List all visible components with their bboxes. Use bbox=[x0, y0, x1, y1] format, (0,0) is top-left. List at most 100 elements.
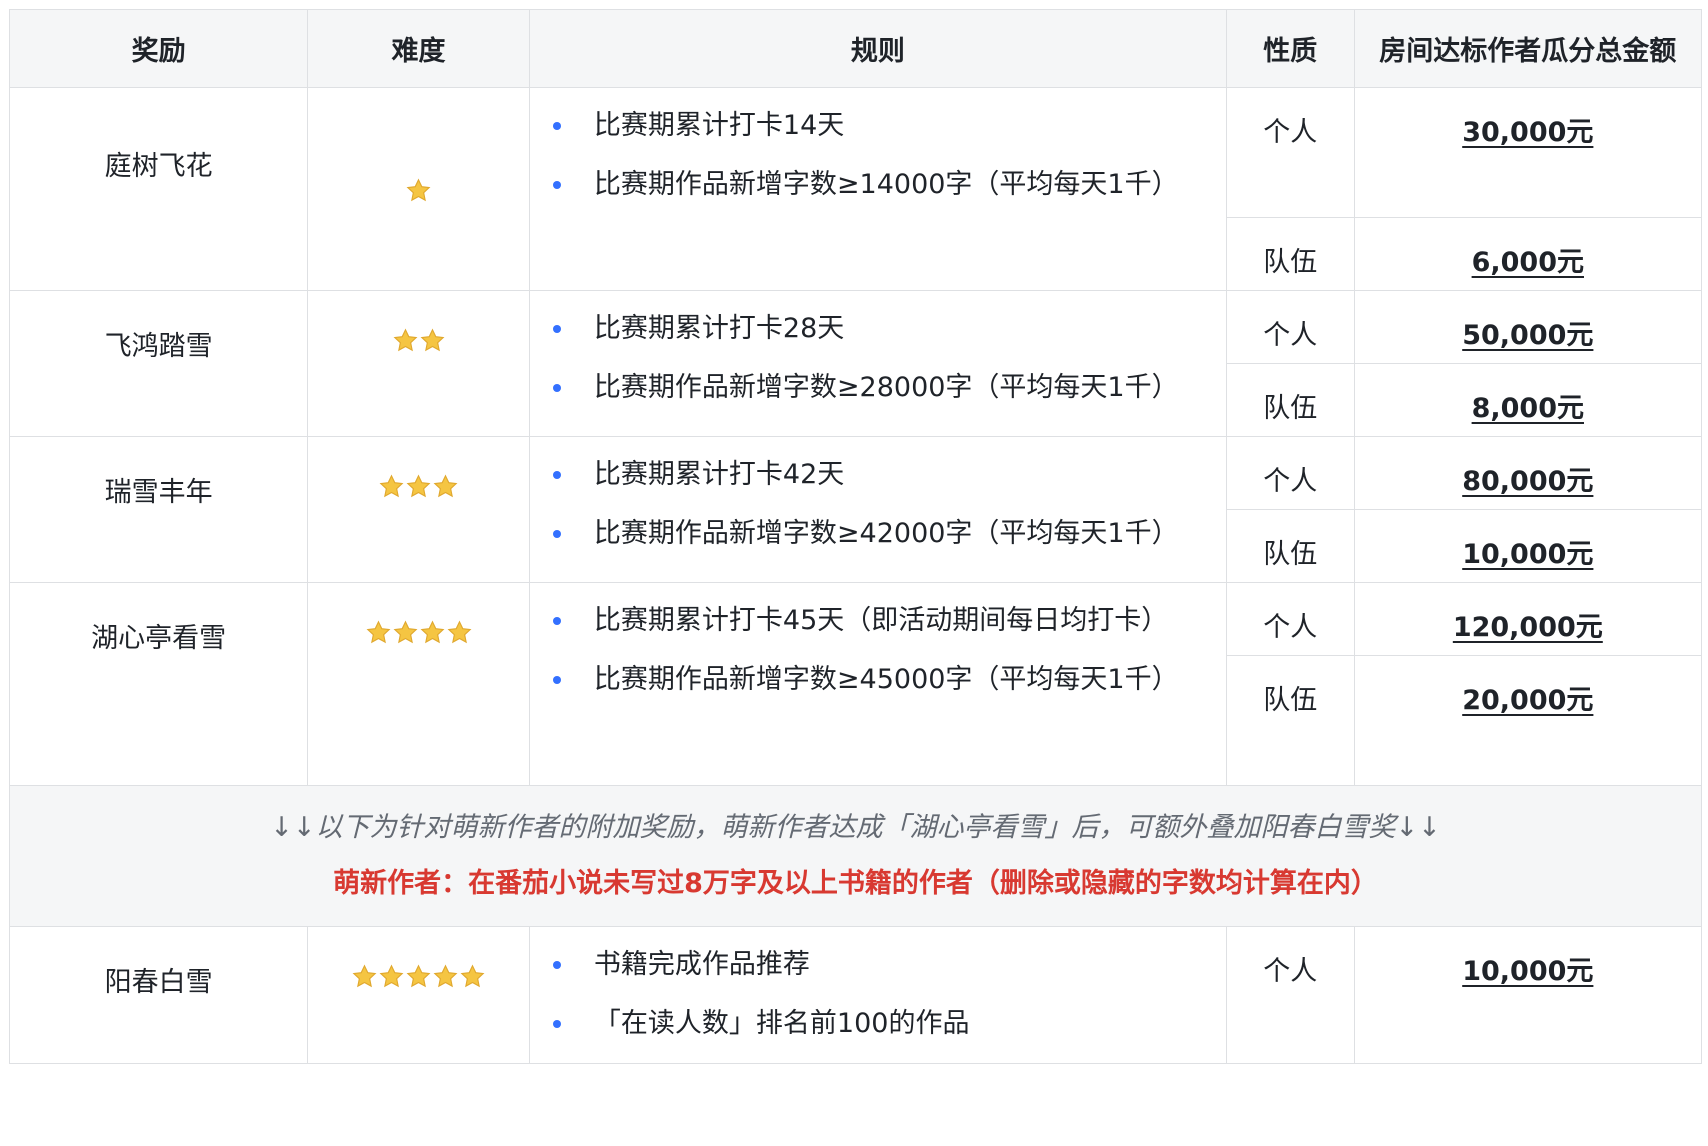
amount-cell: 20,000元 bbox=[1353, 655, 1703, 786]
bullet-dot bbox=[552, 530, 561, 538]
reward-name-cell: 庭树飞花 bbox=[8, 87, 309, 291]
header-rules: 规则 bbox=[528, 9, 1227, 88]
bonus-note: ↓↓以下为针对萌新作者的附加奖励，萌新作者达成「湖心亭看雪」后，可额外叠加阳春白… bbox=[270, 812, 1441, 843]
bullet-dot bbox=[552, 181, 561, 189]
star-icon bbox=[460, 964, 485, 988]
amount-cell: 80,000元 bbox=[1353, 436, 1703, 510]
rule-item: 比赛期作品新增字数≥45000字（平均每天1千） bbox=[530, 660, 1226, 719]
rule-text: 比赛期作品新增字数≥28000字（平均每天1千） bbox=[593, 372, 1179, 403]
rule-item: 书籍完成作品推荐 bbox=[530, 945, 1226, 1004]
amount-value: 20,000元 bbox=[1462, 685, 1594, 716]
type-cell: 个人 bbox=[1225, 582, 1355, 656]
bullet-dot bbox=[552, 122, 561, 130]
header-reward: 奖励 bbox=[8, 9, 309, 88]
bullet-dot bbox=[552, 617, 561, 625]
star-icon bbox=[447, 620, 471, 644]
table-row: 瑞雪丰年 比赛期累计打卡42天 比赛期作品新增字数≥42000字（平均每天1千）… bbox=[8, 436, 1703, 583]
difficulty-stars bbox=[378, 470, 459, 501]
rule-text: 比赛期作品新增字数≥14000字（平均每天1千） bbox=[593, 169, 1179, 200]
amount-value: 8,000元 bbox=[1471, 393, 1584, 424]
rules-list: 比赛期累计打卡42天 比赛期作品新增字数≥42000字（平均每天1千） bbox=[530, 437, 1226, 573]
rule-item: 「在读人数」排名前100的作品 bbox=[530, 1004, 1226, 1063]
rule-text: 比赛期作品新增字数≥42000字（平均每天1千） bbox=[593, 518, 1179, 549]
table-row: 飞鸿踏雪 比赛期累计打卡28天 比赛期作品新增字数≥28000字（平均每天1千）… bbox=[8, 290, 1703, 437]
star-icon bbox=[406, 178, 431, 201]
rule-item: 比赛期作品新增字数≥14000字（平均每天1千） bbox=[530, 165, 1226, 224]
rule-item: 比赛期作品新增字数≥42000字（平均每天1千） bbox=[530, 514, 1226, 573]
amount-cell: 6,000元 bbox=[1353, 217, 1703, 291]
amount-cell: 30,000元 bbox=[1353, 87, 1703, 218]
reward-name-cell: 瑞雪丰年 bbox=[8, 436, 309, 583]
rules-cell: 比赛期累计打卡42天 比赛期作品新增字数≥42000字（平均每天1千） bbox=[528, 436, 1227, 583]
rules-list: 比赛期累计打卡14天 比赛期作品新增字数≥14000字（平均每天1千） bbox=[530, 88, 1226, 224]
reward-name-cell: 飞鸿踏雪 bbox=[8, 290, 309, 437]
bullet-dot bbox=[552, 325, 561, 333]
rule-item: 比赛期累计打卡42天 bbox=[530, 455, 1226, 514]
type-cell: 队伍 bbox=[1225, 363, 1355, 437]
amount-cell: 10,000元 bbox=[1353, 926, 1703, 1064]
star-icon bbox=[366, 620, 390, 644]
note-row: ↓↓以下为针对萌新作者的附加奖励，萌新作者达成「湖心亭看雪」后，可额外叠加阳春白… bbox=[9, 785, 1702, 927]
reward-name: 阳春白雪 bbox=[104, 967, 213, 998]
difficulty-cell bbox=[307, 436, 530, 583]
difficulty-cell bbox=[307, 582, 530, 786]
type-cell: 个人 bbox=[1225, 290, 1355, 364]
reward-name: 瑞雪丰年 bbox=[104, 477, 213, 508]
star-icon bbox=[420, 328, 444, 352]
difficulty-cell bbox=[307, 87, 530, 291]
table-row: 湖心亭看雪 比赛期累计打卡45天（即活动期间每日均打卡） 比赛期作品新增字数≥4… bbox=[8, 582, 1703, 786]
type-cell: 队伍 bbox=[1225, 655, 1355, 786]
amount-cell: 50,000元 bbox=[1353, 290, 1703, 364]
table-header-row: 奖励 难度 规则 性质 房间达标作者瓜分总金额 bbox=[8, 9, 1703, 88]
rules-cell: 比赛期累计打卡28天 比赛期作品新增字数≥28000字（平均每天1千） bbox=[528, 290, 1227, 437]
star-icon bbox=[393, 620, 417, 644]
amount-value: 10,000元 bbox=[1462, 956, 1594, 987]
reward-name: 湖心亭看雪 bbox=[91, 623, 227, 654]
bullet-dot bbox=[552, 1020, 561, 1028]
rule-item: 比赛期累计打卡14天 bbox=[530, 106, 1226, 165]
reward-name-cell: 阳春白雪 bbox=[8, 926, 309, 1064]
header-difficulty: 难度 bbox=[307, 9, 530, 88]
star-icon bbox=[433, 474, 458, 498]
difficulty-stars bbox=[405, 174, 432, 205]
type-cell: 队伍 bbox=[1225, 217, 1355, 291]
star-icon bbox=[393, 328, 417, 352]
table-row: 阳春白雪 书籍完成作品推荐 「在读人数」排名前100的作品 个人 10,000元 bbox=[8, 926, 1703, 1064]
type-cell: 队伍 bbox=[1225, 509, 1355, 583]
star-icon bbox=[406, 964, 431, 988]
rule-item: 比赛期作品新增字数≥28000字（平均每天1千） bbox=[530, 368, 1226, 427]
amount-value: 80,000元 bbox=[1462, 466, 1594, 497]
header-type: 性质 bbox=[1225, 9, 1355, 88]
star-icon bbox=[433, 964, 458, 988]
difficulty-cell bbox=[307, 926, 530, 1064]
rule-item: 比赛期累计打卡45天（即活动期间每日均打卡） bbox=[530, 601, 1226, 660]
rule-text: 「在读人数」排名前100的作品 bbox=[593, 1008, 970, 1039]
note-cell: ↓↓以下为针对萌新作者的附加奖励，萌新作者达成「湖心亭看雪」后，可额外叠加阳春白… bbox=[9, 785, 1702, 927]
star-icon bbox=[420, 620, 444, 644]
amount-cell: 8,000元 bbox=[1353, 363, 1703, 437]
rule-text: 比赛期累计打卡14天 bbox=[593, 110, 845, 141]
star-icon bbox=[352, 964, 377, 988]
star-icon bbox=[379, 474, 404, 498]
rule-text: 书籍完成作品推荐 bbox=[593, 949, 810, 980]
reward-name: 飞鸿踏雪 bbox=[104, 331, 213, 362]
star-icon bbox=[406, 474, 431, 498]
rewards-table: 奖励 难度 规则 性质 房间达标作者瓜分总金额 庭树飞花 比赛期累计打卡14天 … bbox=[8, 9, 1703, 1064]
bullet-dot bbox=[552, 961, 561, 969]
header-amount: 房间达标作者瓜分总金额 bbox=[1353, 9, 1703, 88]
amount-value: 6,000元 bbox=[1471, 247, 1584, 278]
bullet-dot bbox=[552, 676, 561, 684]
difficulty-stars bbox=[392, 324, 446, 355]
rule-item: 比赛期累计打卡28天 bbox=[530, 309, 1226, 368]
type-cell: 个人 bbox=[1225, 87, 1355, 218]
rules-list: 比赛期累计打卡45天（即活动期间每日均打卡） 比赛期作品新增字数≥45000字（… bbox=[530, 583, 1226, 719]
bullet-dot bbox=[552, 384, 561, 392]
rule-text: 比赛期累计打卡42天 bbox=[593, 459, 845, 490]
rules-cell: 书籍完成作品推荐 「在读人数」排名前100的作品 bbox=[528, 926, 1227, 1064]
rule-text: 比赛期累计打卡45天（即活动期间每日均打卡） bbox=[593, 605, 1169, 636]
type-cell: 个人 bbox=[1225, 926, 1355, 1064]
rules-cell: 比赛期累计打卡45天（即活动期间每日均打卡） 比赛期作品新增字数≥45000字（… bbox=[528, 582, 1227, 786]
amount-value: 120,000元 bbox=[1452, 612, 1603, 643]
table-row: 庭树飞花 比赛期累计打卡14天 比赛期作品新增字数≥14000字（平均每天1千）… bbox=[8, 87, 1703, 291]
type-cell: 个人 bbox=[1225, 436, 1355, 510]
